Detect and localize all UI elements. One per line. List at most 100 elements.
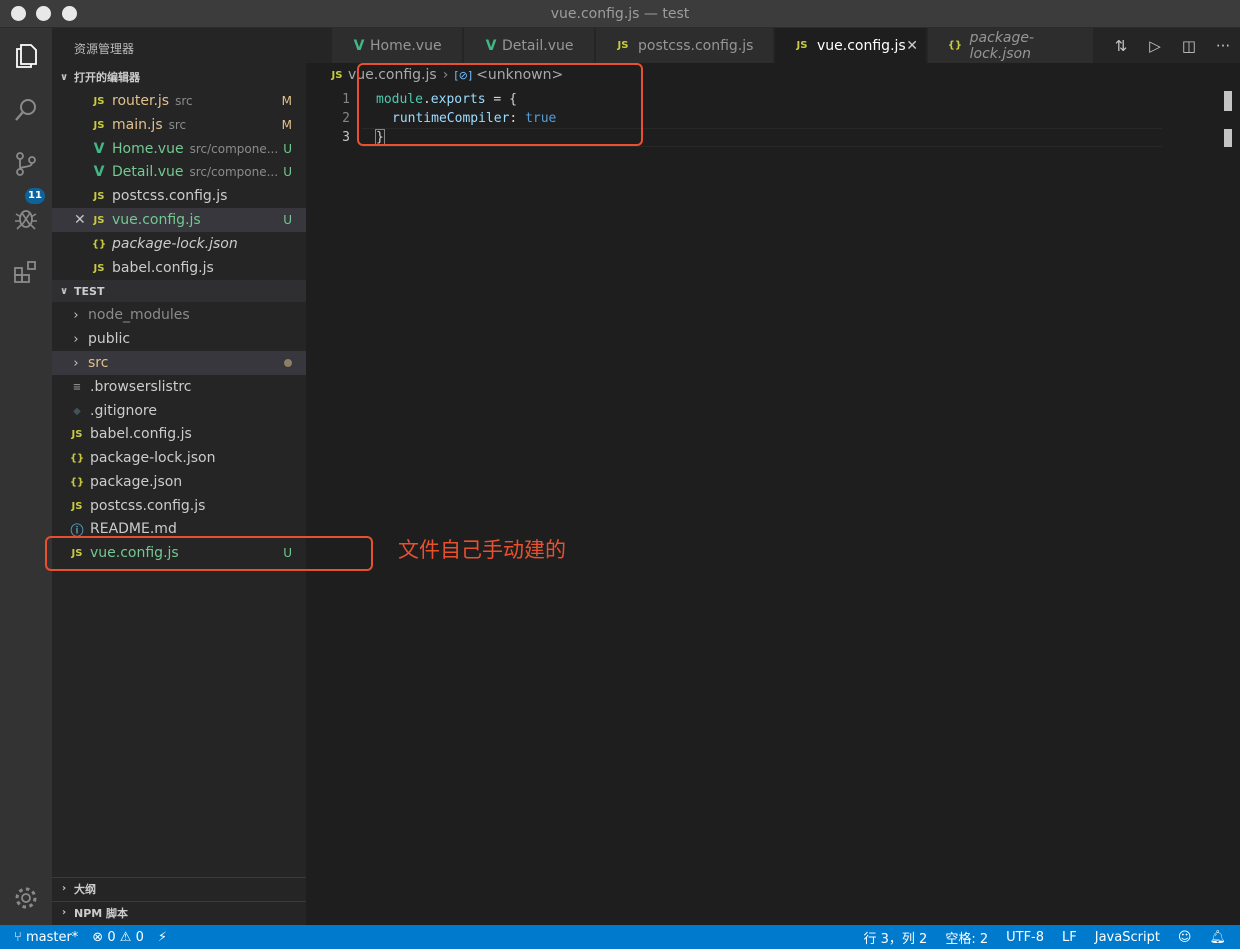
git-branch-icon: ⑂ (14, 929, 22, 945)
problems-indicator[interactable]: ⊗ 0 ⚠ 0 (92, 930, 144, 945)
js-file-icon: JS (93, 262, 105, 274)
chevron-right-icon: › (73, 355, 79, 371)
vue-file-icon: V (93, 164, 105, 180)
search-icon[interactable] (8, 92, 44, 128)
lightning-icon[interactable]: ⚡ (158, 930, 167, 945)
open-editor-item[interactable]: JS router.js src M (52, 89, 306, 113)
tab-postcss-config[interactable]: JS postcss.config.js (596, 28, 774, 63)
status-bar: ⑂ master* ⊗ 0 ⚠ 0 ⚡ 行 3，列 2 空格: 2 UTF-8 … (0, 925, 1240, 949)
tree-folder[interactable]: › public (52, 327, 306, 351)
status-badge: U (283, 142, 292, 156)
git-file-icon: ◆ (73, 405, 81, 417)
branch-indicator[interactable]: ⑂ master* (14, 930, 78, 945)
config-file-icon: ≡ (72, 381, 82, 393)
tree-file[interactable]: ◆ .gitignore (52, 399, 306, 423)
error-icon: ⊗ (92, 929, 104, 945)
tree-file[interactable]: ≡ .browserslistrc (52, 375, 306, 399)
open-editors-header[interactable]: ∨ 打开的编辑器 (52, 66, 306, 88)
title-bar: vue.config.js — test (0, 0, 1240, 28)
language-mode[interactable]: JavaScript (1095, 930, 1160, 945)
window-title: vue.config.js — test (550, 6, 690, 22)
npm-scripts-header[interactable]: › NPM 脚本 (52, 901, 306, 923)
tree-file[interactable]: {} package.json (52, 470, 306, 494)
js-file-icon: JS (796, 40, 808, 51)
open-editor-item[interactable]: JS main.js src M (52, 113, 306, 137)
chevron-right-icon: › (61, 907, 67, 918)
json-file-icon: {} (69, 452, 85, 464)
line-number: 2 (342, 111, 350, 126)
open-editor-item[interactable]: V Detail.vue src/compone... U (52, 160, 306, 184)
tab-detail-vue[interactable]: V Detail.vue (464, 28, 595, 63)
js-file-icon: JS (71, 428, 83, 440)
json-file-icon: {} (947, 40, 962, 51)
js-file-icon: JS (93, 214, 105, 226)
explorer-icon[interactable] (8, 38, 44, 74)
bell-icon[interactable]: 🔔︎ (1209, 930, 1226, 945)
cursor-position[interactable]: 行 3，列 2 (864, 928, 928, 947)
gear-icon[interactable] (8, 880, 44, 916)
open-editor-item[interactable]: V Home.vue src/compone... U (52, 137, 306, 161)
vue-file-icon: V (353, 37, 365, 54)
tab-package-lock[interactable]: {} package-lock.json (928, 28, 1094, 63)
status-badge: U (283, 213, 292, 227)
activity-bar: 11 (0, 28, 52, 925)
js-file-icon: JS (71, 500, 83, 512)
editor-tabs: V Home.vue V Detail.vue JS postcss.confi… (306, 28, 1240, 63)
tab-vue-config[interactable]: JS vue.config.js ✕ (775, 28, 927, 63)
folder-header[interactable]: ∨ TEST (52, 280, 306, 302)
vue-file-icon: V (93, 141, 105, 157)
chevron-down-icon: ∨ (59, 71, 69, 83)
annotation-box-file (45, 536, 373, 571)
compare-changes-icon[interactable]: ⇅ (1104, 37, 1138, 55)
more-actions-icon[interactable]: ··· (1206, 37, 1240, 55)
chevron-down-icon: ∨ (59, 285, 69, 297)
json-file-icon: {} (91, 238, 107, 250)
vue-file-icon: V (485, 37, 497, 54)
js-file-icon: JS (93, 95, 105, 107)
explorer-sidebar: 资源管理器 ∨ 打开的编辑器 JS router.js src M JS mai… (52, 28, 306, 925)
extensions-icon[interactable] (8, 254, 44, 290)
close-icon[interactable]: ✕ (74, 212, 86, 228)
code-editor[interactable]: 1 module.exports = { 2 runtimeCompiler: … (306, 87, 1240, 925)
status-badge: M (281, 94, 292, 108)
js-file-icon: JS (331, 69, 343, 81)
open-editor-item[interactable]: JS postcss.config.js (52, 184, 306, 208)
warning-icon: ⚠ (119, 929, 132, 945)
status-badge: M (281, 118, 292, 132)
run-icon[interactable]: ▷ (1138, 37, 1172, 55)
js-file-icon: JS (93, 119, 105, 131)
line-number: 3 (342, 130, 350, 145)
close-icon[interactable]: ✕ (906, 38, 918, 54)
chevron-right-icon: › (73, 307, 79, 323)
annotation-note: 文件自己手动建的 (398, 538, 566, 562)
line-number: 1 (342, 92, 350, 107)
split-editor-icon[interactable]: ◫ (1172, 37, 1206, 55)
encoding[interactable]: UTF-8 (1006, 930, 1044, 945)
tree-folder[interactable]: › src (52, 351, 306, 375)
feedback-icon[interactable]: ☺ (1178, 930, 1192, 945)
editor-actions: ⇅ ▷ ◫ ··· (1104, 28, 1240, 63)
json-file-icon: {} (69, 476, 85, 488)
tree-file[interactable]: JS babel.config.js (52, 422, 306, 446)
open-editor-item-active[interactable]: ✕ JS vue.config.js U (52, 208, 306, 232)
open-editor-item[interactable]: {} package-lock.json (52, 232, 306, 256)
status-badge: U (283, 165, 292, 179)
tree-file[interactable]: JS postcss.config.js (52, 494, 306, 518)
end-of-line[interactable]: LF (1062, 930, 1077, 945)
annotation-box-code (357, 63, 643, 146)
modified-dot (284, 359, 292, 367)
scrollbar-indicator[interactable] (1224, 129, 1232, 147)
open-editor-item[interactable]: JS babel.config.js (52, 256, 306, 280)
debug-icon[interactable] (8, 200, 44, 236)
indentation[interactable]: 空格: 2 (945, 928, 988, 947)
tree-folder[interactable]: › node_modules (52, 303, 306, 327)
tree-file[interactable]: {} package-lock.json (52, 446, 306, 470)
tab-home-vue[interactable]: V Home.vue (332, 28, 463, 63)
scrollbar-indicator[interactable] (1224, 91, 1232, 111)
chevron-right-icon: › (73, 331, 79, 347)
sidebar-title: 资源管理器 (74, 42, 135, 56)
source-control-icon[interactable] (8, 146, 44, 182)
chevron-right-icon: › (61, 883, 67, 894)
js-file-icon: JS (93, 190, 105, 202)
outline-header[interactable]: › 大纲 (52, 877, 306, 899)
